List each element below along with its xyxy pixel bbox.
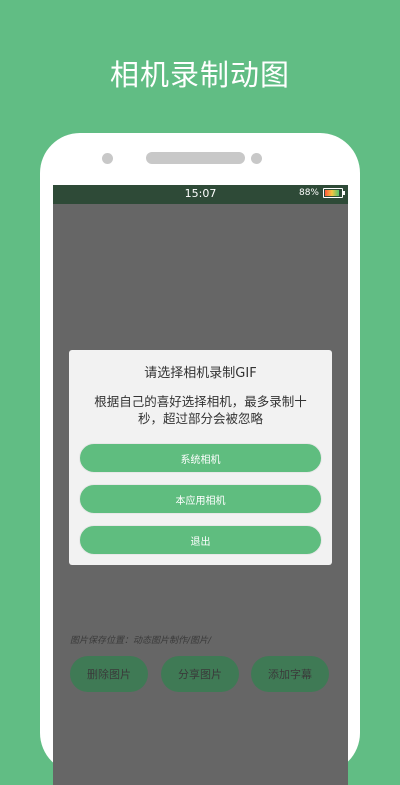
camera-dot-left: [102, 153, 113, 164]
battery-fill: [325, 190, 340, 196]
camera-dot-right: [251, 153, 262, 164]
camera-choice-dialog: 请选择相机录制GIF 根据自己的喜好选择相机，最多录制十秒，超过部分会被忽略 系…: [69, 350, 332, 565]
status-bar: 15:07 88%: [53, 185, 348, 204]
system-camera-button[interactable]: 系统相机: [79, 443, 322, 473]
dialog-message: 根据自己的喜好选择相机，最多录制十秒，超过部分会被忽略: [94, 394, 307, 426]
save-path-text: 图片保存位置：动态图片制作/图片/: [70, 636, 212, 646]
exit-button[interactable]: 退出: [79, 525, 322, 555]
battery-percent: 88%: [298, 188, 319, 198]
delete-image-button[interactable]: 删除图片: [70, 656, 148, 692]
phone-frame: 15:07 88% 请选择相机录制GIF 根据自己的喜好选择相机，最多录制十秒，…: [40, 133, 360, 785]
add-subtitle-button[interactable]: 添加字幕: [251, 656, 329, 692]
headline: 相机录制动图: [109, 58, 290, 92]
battery-icon: [323, 188, 345, 198]
app-camera-button[interactable]: 本应用相机: [79, 484, 322, 514]
status-battery: 88%: [298, 188, 345, 198]
dialog-title: 请选择相机录制GIF: [144, 366, 257, 381]
speaker-grille: [146, 152, 245, 164]
share-image-button[interactable]: 分享图片: [161, 656, 239, 692]
phone-screen: 15:07 88% 请选择相机录制GIF 根据自己的喜好选择相机，最多录制十秒，…: [53, 185, 348, 785]
